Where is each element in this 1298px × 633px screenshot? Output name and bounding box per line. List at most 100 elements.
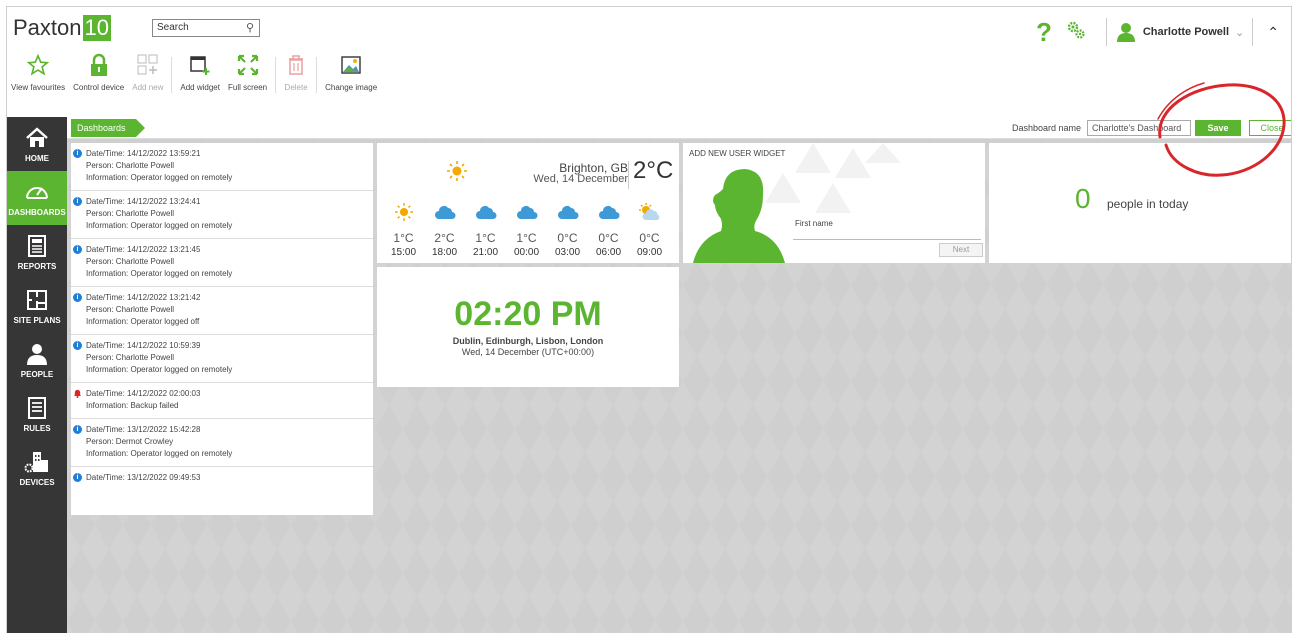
info-icon: i bbox=[73, 341, 82, 350]
star-icon bbox=[26, 53, 50, 77]
list-item[interactable]: i Date/Time: 14/12/2022 13:24:41 Person:… bbox=[71, 191, 373, 239]
weather-current-temp: 2°C bbox=[633, 157, 674, 184]
toolbar-divider bbox=[275, 57, 277, 93]
event-datetime: Date/Time: 14/12/2022 02:00:03 bbox=[86, 389, 201, 398]
save-button[interactable]: Save bbox=[1195, 120, 1241, 136]
delete-button[interactable]: Delete bbox=[280, 53, 312, 103]
close-button[interactable]: Close bbox=[1249, 120, 1291, 136]
list-item[interactable]: i Date/Time: 14/12/2022 13:59:21 Person:… bbox=[71, 143, 373, 191]
forecast-slot: 0°C 03:00 bbox=[547, 199, 588, 258]
toolbar-label: Control device bbox=[73, 83, 125, 92]
event-info: Information: Operator logged on remotely bbox=[86, 365, 233, 374]
logo-version: 10 bbox=[82, 15, 111, 41]
site-plans-icon bbox=[24, 287, 50, 313]
weather-widget[interactable]: Brighton, GB Wed, 14 December 2°C 1°C 15… bbox=[377, 143, 679, 263]
list-item[interactable]: Date/Time: 14/12/2022 02:00:03 Informati… bbox=[71, 383, 373, 419]
dashboard-name-group: Dashboard name bbox=[1012, 120, 1191, 136]
top-right-controls: ? Charlotte Powell ⌄ ⌃ bbox=[1036, 17, 1291, 47]
forecast-temp: 1°C bbox=[475, 231, 496, 245]
settings-gears-icon[interactable] bbox=[1066, 20, 1086, 45]
events-widget[interactable]: i Date/Time: 14/12/2022 13:59:21 Person:… bbox=[71, 143, 373, 515]
cloud-icon bbox=[557, 199, 579, 225]
sidebar-item-reports[interactable]: REPORTS bbox=[7, 225, 67, 279]
add-new-icon bbox=[136, 53, 160, 77]
cloud-icon bbox=[516, 199, 538, 225]
forecast-hour: 06:00 bbox=[595, 247, 622, 258]
forecast-hour: 21:00 bbox=[472, 247, 499, 258]
search-icon[interactable]: ⚲ bbox=[246, 21, 254, 34]
user-avatar-icon bbox=[1116, 23, 1135, 42]
help-icon[interactable]: ? bbox=[1036, 17, 1052, 48]
forecast-hour: 18:00 bbox=[431, 247, 458, 258]
full-screen-button[interactable]: Full screen bbox=[224, 53, 271, 103]
toolbar-label: View favourites bbox=[11, 83, 66, 92]
clock-widget[interactable]: 02:20 PM Dublin, Edinburgh, Lisbon, Lond… bbox=[377, 267, 679, 387]
forecast-slot: 0°C 06:00 bbox=[588, 199, 629, 258]
toolbar-label: Full screen bbox=[227, 83, 268, 92]
rules-icon bbox=[24, 395, 50, 421]
sidebar-label: DASHBOARDS bbox=[8, 208, 66, 217]
forecast-slot: 1°C 00:00 bbox=[506, 199, 547, 258]
forecast-temp: 2°C bbox=[434, 231, 455, 245]
dashboard-gauge-icon bbox=[24, 179, 50, 205]
sidebar-item-devices[interactable]: DEVICES bbox=[7, 441, 67, 495]
user-silhouette-icon bbox=[693, 169, 785, 263]
next-button[interactable]: Next bbox=[939, 243, 983, 257]
sidebar-item-dashboards[interactable]: DASHBOARDS bbox=[7, 171, 67, 225]
toolbar: View favourites Control device Add new A bbox=[7, 53, 381, 103]
sun-cloud-icon bbox=[638, 199, 662, 225]
event-person: Person: Charlotte Powell bbox=[86, 305, 175, 314]
people-count: 0 bbox=[1075, 183, 1091, 214]
breadcrumb[interactable]: Dashboards bbox=[71, 119, 145, 137]
forecast-hour: 09:00 bbox=[636, 247, 663, 258]
sidebar-label: RULES bbox=[23, 424, 51, 433]
add-user-widget[interactable]: ADD NEW USER WIDGET First name Next bbox=[683, 143, 985, 263]
clock-zone: Dublin, Edinburgh, Lisbon, London bbox=[452, 336, 604, 346]
list-item[interactable]: i Date/Time: 13/12/2022 15:42:28 Person:… bbox=[71, 419, 373, 467]
alarm-bell-icon bbox=[73, 388, 82, 402]
clock-time: 02:20 PM bbox=[454, 295, 602, 333]
list-item[interactable]: i Date/Time: 14/12/2022 13:21:42 Person:… bbox=[71, 287, 373, 335]
event-person: Person: Charlotte Powell bbox=[86, 161, 175, 170]
logo-text: Paxton bbox=[13, 15, 82, 40]
people-in-today-label: people in today bbox=[1107, 197, 1189, 211]
toolbar-divider bbox=[316, 57, 318, 93]
change-image-button[interactable]: Change image bbox=[321, 53, 381, 103]
dashboard-name-input[interactable] bbox=[1087, 120, 1191, 136]
sidebar-item-home[interactable]: HOME bbox=[7, 117, 67, 171]
people-in-today-widget[interactable]: 0 people in today bbox=[989, 143, 1291, 263]
first-name-input[interactable] bbox=[793, 239, 981, 240]
add-new-button[interactable]: Add new bbox=[128, 53, 167, 103]
search-input[interactable]: Search ⚲ bbox=[152, 19, 260, 37]
list-item[interactable]: i Date/Time: 13/12/2022 09:49:53 bbox=[71, 467, 373, 490]
header: Paxton 10 Search ⚲ View favourites Contro… bbox=[7, 7, 1291, 117]
cloud-icon bbox=[598, 199, 620, 225]
header-divider bbox=[1252, 18, 1254, 46]
toolbar-label: Add widget bbox=[180, 83, 220, 92]
user-menu[interactable]: Charlotte Powell ⌄ bbox=[1115, 21, 1244, 43]
weather-divider bbox=[628, 161, 629, 189]
collapse-header-icon[interactable]: ⌃ bbox=[1267, 24, 1279, 41]
list-item[interactable]: i Date/Time: 14/12/2022 13:21:45 Person:… bbox=[71, 239, 373, 287]
event-info: Information: Operator logged on remotely bbox=[86, 449, 233, 458]
forecast-temp: 0°C bbox=[639, 231, 660, 245]
paxton-logo: Paxton 10 bbox=[13, 15, 111, 41]
dashboard-area: Dashboards Dashboard name Save Close i D… bbox=[67, 117, 1291, 633]
event-person: Person: Charlotte Powell bbox=[86, 353, 175, 362]
control-device-button[interactable]: Control device bbox=[69, 53, 128, 103]
event-datetime: Date/Time: 14/12/2022 13:21:42 bbox=[86, 293, 201, 302]
weather-forecast: 1°C 15:00 2°C 18:00 1°C 21:00 1°C 00:00 bbox=[383, 199, 670, 258]
add-widget-button[interactable]: Add widget bbox=[176, 53, 224, 103]
sidebar-item-people[interactable]: PEOPLE bbox=[7, 333, 67, 387]
toolbar-label: Change image bbox=[325, 83, 378, 92]
view-favourites-button[interactable]: View favourites bbox=[7, 53, 69, 103]
user-name: Charlotte Powell bbox=[1142, 26, 1230, 38]
sidebar-item-site-plans[interactable]: SITE PLANS bbox=[7, 279, 67, 333]
event-datetime: Date/Time: 14/12/2022 13:24:41 bbox=[86, 197, 201, 206]
event-info: Information: Operator logged on remotely bbox=[86, 221, 233, 230]
event-datetime: Date/Time: 14/12/2022 13:21:45 bbox=[86, 245, 201, 254]
reports-icon bbox=[24, 233, 50, 259]
sidebar-item-rules[interactable]: RULES bbox=[7, 387, 67, 441]
list-item[interactable]: i Date/Time: 14/12/2022 10:59:39 Person:… bbox=[71, 335, 373, 383]
toolbar-label: Add new bbox=[132, 83, 164, 92]
